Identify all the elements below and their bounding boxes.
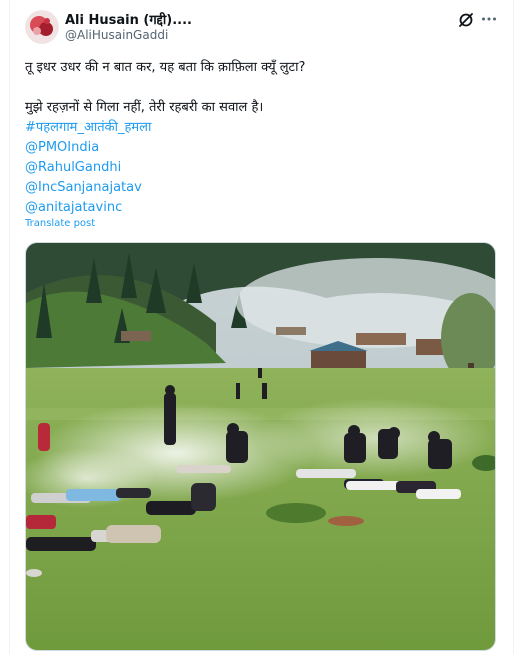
mention-rahulgandhi[interactable]: @RahulGandhi <box>25 158 495 178</box>
post-text-line-2: मुझे रहज़नों से गिला नहीं, तेरी रहबरी का… <box>25 100 264 115</box>
avatar[interactable] <box>25 10 59 44</box>
post-text-line-1: तू इधर उधर की न बात कर, यह बता कि क़ाफ़ि… <box>25 60 306 75</box>
author-handle[interactable]: @AliHusainGaddi <box>65 28 168 42</box>
mention-anitajatavinc[interactable]: @anitajatavinc <box>25 198 495 218</box>
more-icon[interactable] <box>480 10 498 28</box>
post-text-spacer <box>25 78 495 98</box>
post-image[interactable] <box>25 242 496 651</box>
translate-post-link[interactable]: Translate post <box>25 218 95 229</box>
red-patch <box>328 516 364 526</box>
person-red-jacket <box>38 423 50 451</box>
bush <box>266 503 326 523</box>
hashtag-link[interactable]: #पहलगाम_आतंकी_हमला <box>25 118 495 138</box>
post-text: तू इधर उधर की न बात कर, यह बता कि क़ाफ़ि… <box>25 58 495 218</box>
mention-pmoindia[interactable]: @PMOIndia <box>25 138 495 158</box>
grok-icon[interactable] <box>457 11 475 29</box>
author-name[interactable]: Ali Husain (गद्दी).... <box>65 10 192 28</box>
mention-incsanjanajatav[interactable]: @IncSanjanajatav <box>25 178 495 198</box>
